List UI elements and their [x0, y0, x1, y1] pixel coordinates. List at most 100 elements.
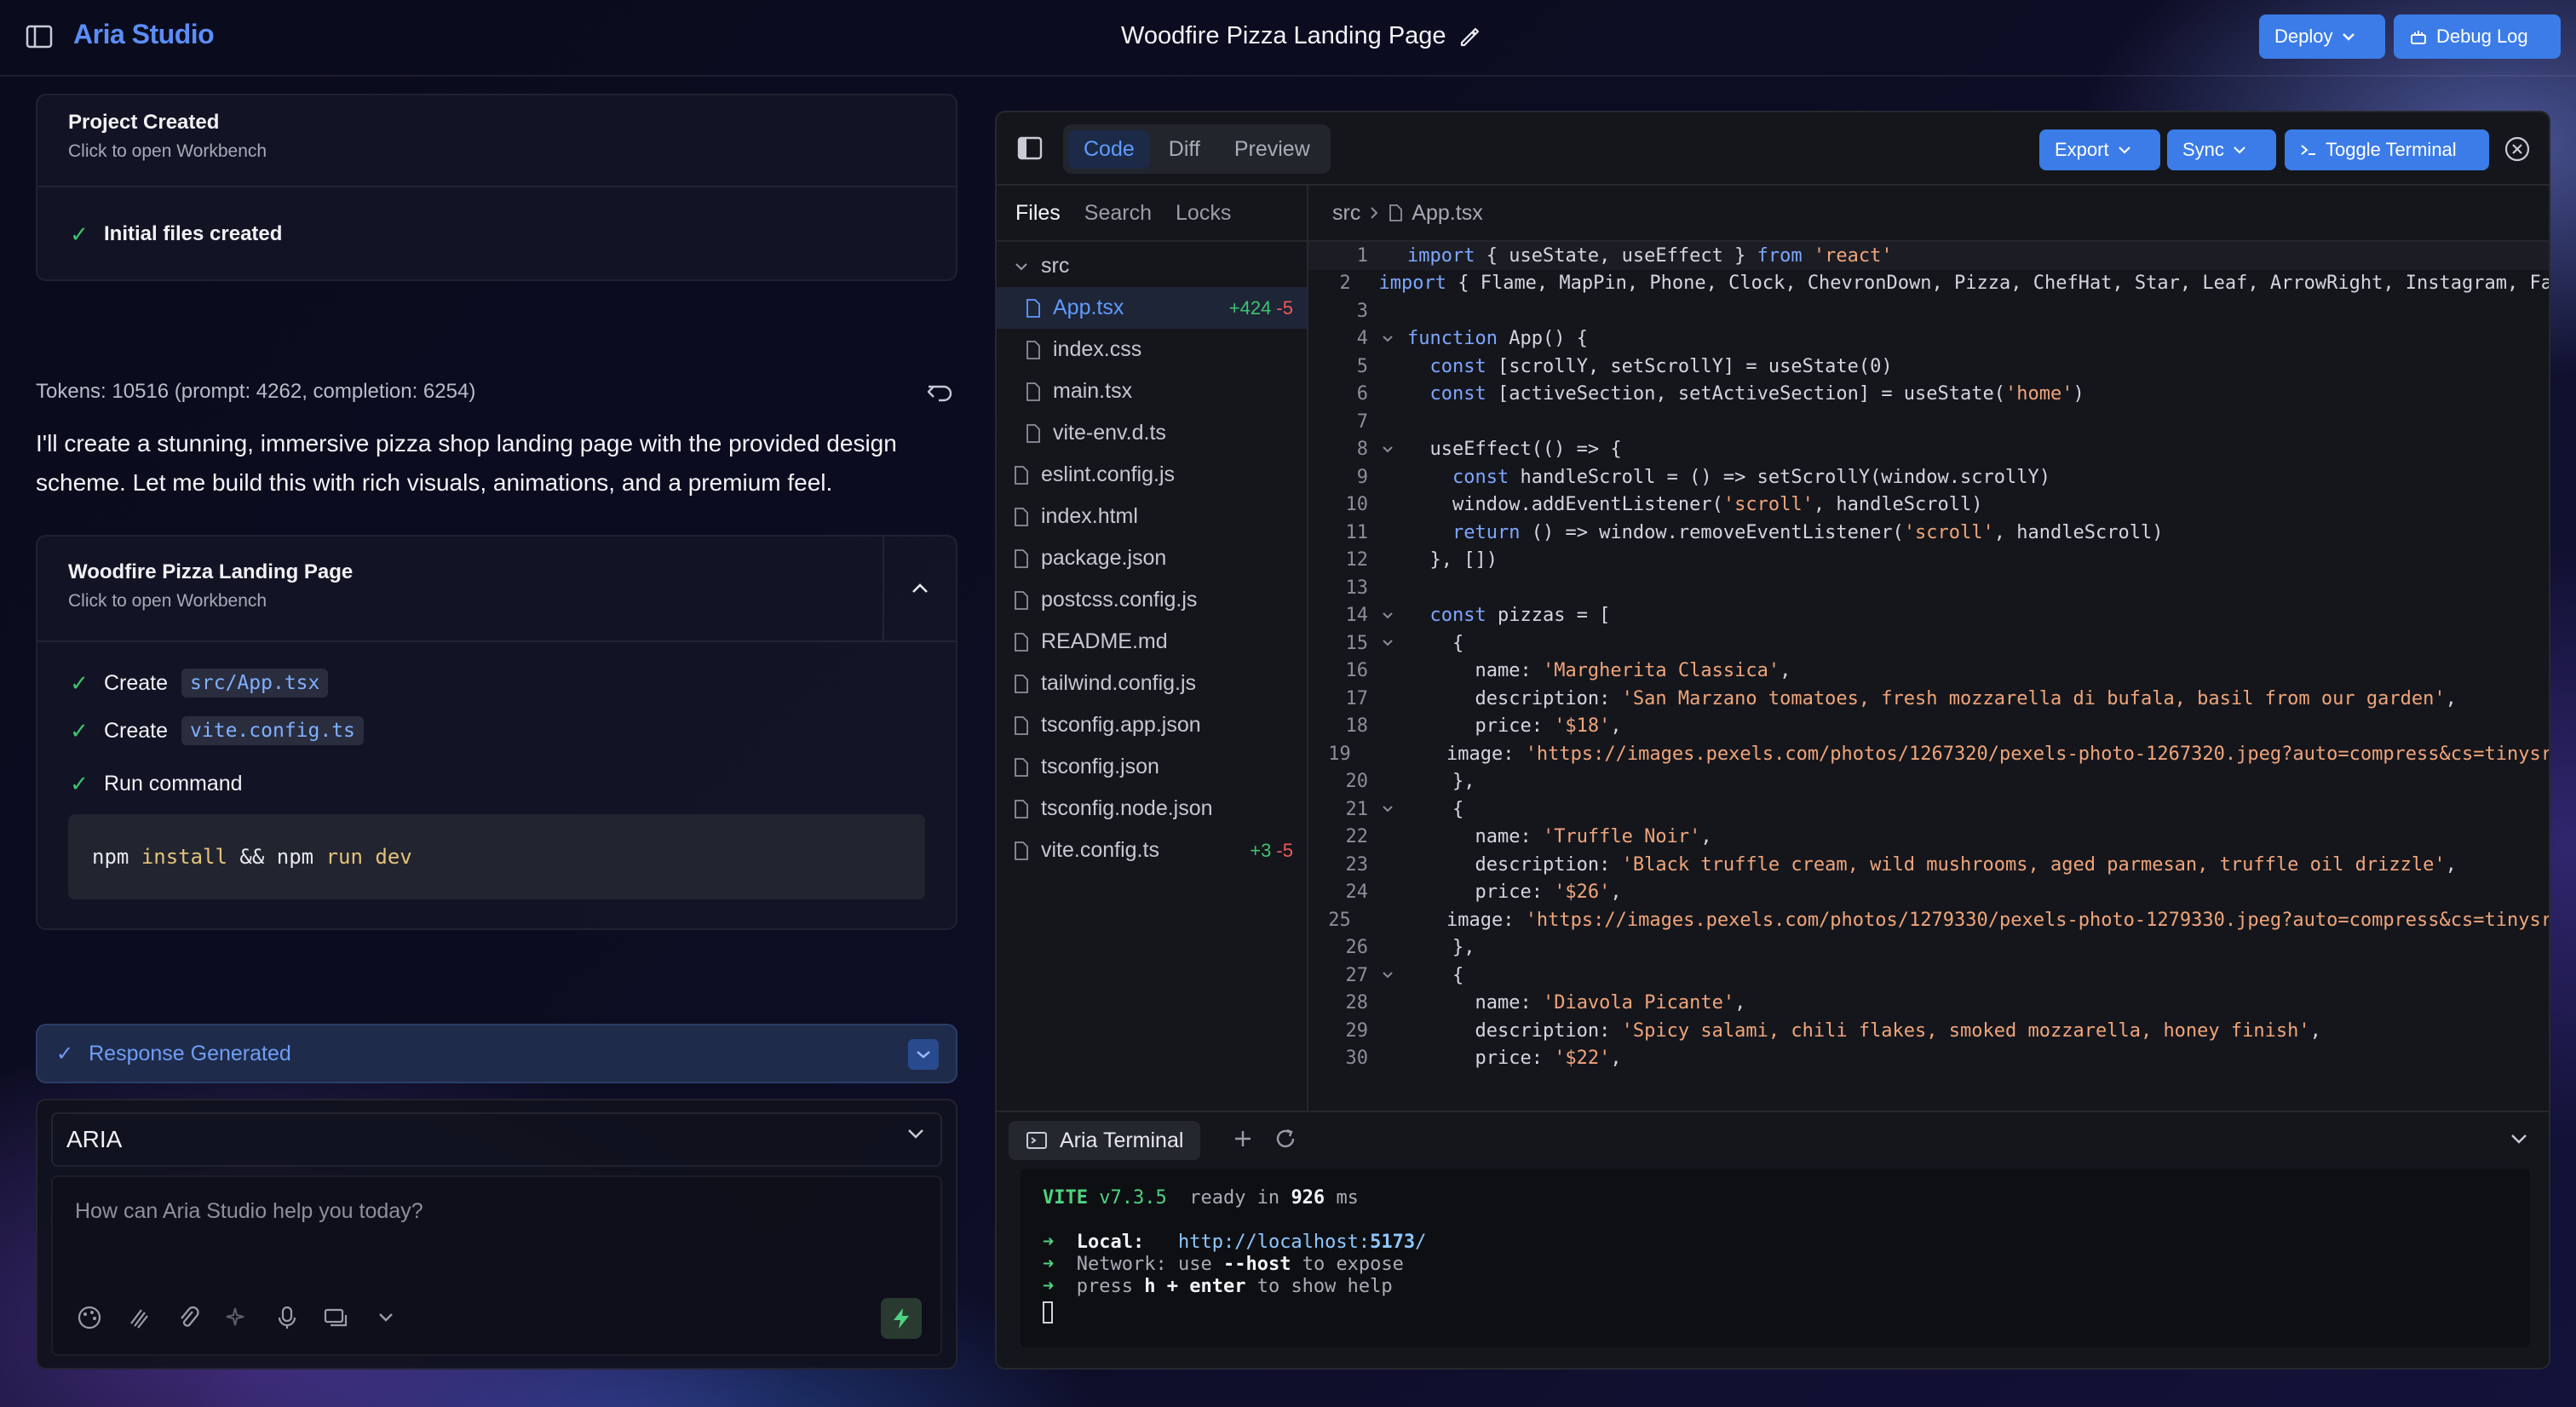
- export-button[interactable]: Export: [2039, 129, 2160, 170]
- code-line[interactable]: 9 const handleScroll = () => setScrollY(…: [1308, 463, 2549, 491]
- code-line[interactable]: 21 {: [1308, 795, 2549, 824]
- code-line[interactable]: 8 useEffect(() => {: [1308, 436, 2549, 464]
- code-line[interactable]: 20 },: [1308, 768, 2549, 796]
- file-item[interactable]: vite.config.ts +3 -5: [997, 830, 1307, 871]
- code-line[interactable]: 2 import { Flame, MapPin, Phone, Clock, C…: [1308, 270, 2549, 298]
- microphone-icon[interactable]: [273, 1303, 302, 1332]
- chevron-down-icon[interactable]: [2504, 1124, 2533, 1153]
- file-item[interactable]: README.md: [997, 621, 1307, 663]
- code-line[interactable]: 28 name: 'Diavola Picante',: [1308, 990, 2549, 1018]
- multi-attach-icon[interactable]: [124, 1303, 153, 1332]
- code-line[interactable]: 3: [1308, 297, 2549, 325]
- code-line[interactable]: 26 },: [1308, 934, 2549, 962]
- code-line[interactable]: 22 name: 'Truffle Noir',: [1308, 824, 2549, 852]
- edit-pencil-icon[interactable]: [1458, 26, 1481, 48]
- sidebar-toggle-icon[interactable]: [26, 25, 53, 49]
- code-line[interactable]: 7: [1308, 408, 2549, 436]
- palette-icon[interactable]: [75, 1303, 104, 1332]
- code-line[interactable]: 23 description: 'Black truffle cream, wi…: [1308, 851, 2549, 879]
- refresh-icon[interactable]: [1271, 1124, 1300, 1153]
- code-line[interactable]: 17 description: 'San Marzano tomatoes, f…: [1308, 685, 2549, 713]
- tab-code[interactable]: Code: [1068, 129, 1150, 169]
- file-item[interactable]: eslint.config.js: [997, 454, 1307, 496]
- collapse-artifact-button[interactable]: [883, 537, 956, 640]
- code-line[interactable]: 11 return () => window.removeEventListen…: [1308, 519, 2549, 547]
- tab-files[interactable]: Files: [1015, 201, 1061, 226]
- code-line[interactable]: 19 image: 'https://images.pexels.com/pho…: [1308, 740, 2549, 768]
- code-line[interactable]: 29 description: 'Spicy salami, chili fla…: [1308, 1017, 2549, 1045]
- code-line[interactable]: 16 name: 'Margherita Classica',: [1308, 658, 2549, 686]
- code-line[interactable]: 14 const pizzas = [: [1308, 602, 2549, 630]
- sync-button[interactable]: Sync: [2167, 129, 2276, 170]
- file-item[interactable]: tailwind.config.js: [997, 663, 1307, 704]
- code-line[interactable]: 10 window.addEventListener('scroll', han…: [1308, 491, 2549, 520]
- project-created-header[interactable]: Project Created Click to open Workbench: [37, 95, 956, 187]
- paperclip-icon[interactable]: [174, 1303, 203, 1332]
- file-item[interactable]: package.json: [997, 537, 1307, 579]
- file-chip[interactable]: src/App.tsx: [181, 669, 329, 698]
- model-selector[interactable]: ARIA: [51, 1112, 942, 1167]
- artifact-card[interactable]: Woodfire Pizza Landing Page Click to ope…: [36, 535, 957, 930]
- file-item[interactable]: tsconfig.json: [997, 746, 1307, 788]
- tab-preview[interactable]: Preview: [1219, 130, 1325, 169]
- code-line[interactable]: 13: [1308, 574, 2549, 602]
- fold-chevron-icon[interactable]: [1368, 804, 1407, 814]
- file-name: index.css: [1053, 337, 1142, 361]
- breadcrumb-file[interactable]: App.tsx: [1412, 201, 1482, 226]
- code-line[interactable]: 12 }, []): [1308, 547, 2549, 575]
- sparkles-icon[interactable]: [223, 1303, 252, 1332]
- file-item[interactable]: postcss.config.js: [997, 579, 1307, 621]
- fold-chevron-icon[interactable]: [1368, 334, 1407, 344]
- deploy-button[interactable]: Deploy: [2259, 14, 2385, 59]
- file-item[interactable]: tsconfig.node.json: [997, 788, 1307, 830]
- expand-response-button[interactable]: [908, 1039, 939, 1070]
- chevron-down-icon[interactable]: [371, 1303, 400, 1332]
- fold-chevron-icon[interactable]: [1368, 445, 1407, 455]
- tab-diff[interactable]: Diff: [1153, 130, 1216, 169]
- code-line[interactable]: 1 import { useState, useEffect } from 're…: [1308, 242, 2549, 270]
- plus-icon[interactable]: [1228, 1124, 1257, 1153]
- fold-chevron-icon[interactable]: [1368, 638, 1407, 648]
- code-line[interactable]: 24 price: '$26',: [1308, 879, 2549, 907]
- file-item[interactable]: main.tsx: [997, 370, 1307, 412]
- code-area[interactable]: 1 import { useState, useEffect } from 're…: [1308, 242, 2549, 1111]
- code-line[interactable]: 25 image: 'https://images.pexels.com/pho…: [1308, 906, 2549, 934]
- code-line[interactable]: 5 const [scrollY, setScrollY] = useState…: [1308, 353, 2549, 381]
- folder-item[interactable]: src: [997, 245, 1307, 287]
- code-line[interactable]: 6 const [activeSection, setActiveSection…: [1308, 381, 2549, 409]
- project-created-card[interactable]: Project Created Click to open Workbench …: [36, 94, 957, 281]
- code-line[interactable]: 30 price: '$22',: [1308, 1045, 2549, 1073]
- term-text[interactable]: /: [1415, 1232, 1426, 1253]
- prompt-input[interactable]: [53, 1177, 940, 1279]
- toggle-terminal-button[interactable]: Toggle Terminal: [2285, 129, 2489, 170]
- tab-locks[interactable]: Locks: [1176, 201, 1231, 226]
- file-chip[interactable]: vite.config.ts: [181, 716, 364, 745]
- response-generated-bar[interactable]: ✓ Response Generated: [36, 1024, 957, 1083]
- code-line[interactable]: 15 {: [1308, 629, 2549, 658]
- breadcrumb-folder[interactable]: src: [1332, 201, 1360, 226]
- file-item[interactable]: tsconfig.app.json: [997, 704, 1307, 746]
- debug-log-button[interactable]: Debug Log: [2394, 14, 2561, 59]
- terminal-output[interactable]: VITE v7.3.5 ready in 926 ms ➜ Local: htt…: [1021, 1169, 2530, 1347]
- model-name: ARIA: [66, 1126, 123, 1152]
- artifact-header[interactable]: Woodfire Pizza Landing Page Click to ope…: [37, 537, 956, 642]
- app-logo[interactable]: Aria Studio: [73, 19, 215, 50]
- file-item[interactable]: vite-env.d.ts: [997, 412, 1307, 454]
- discussion-icon[interactable]: [322, 1303, 351, 1332]
- file-item[interactable]: index.html: [997, 496, 1307, 537]
- tab-search[interactable]: Search: [1084, 201, 1152, 226]
- send-button[interactable]: [881, 1298, 922, 1339]
- fold-chevron-icon[interactable]: [1368, 970, 1407, 980]
- code-line[interactable]: 4 function App() {: [1308, 325, 2549, 353]
- undo-icon[interactable]: [925, 378, 954, 407]
- term-text[interactable]: http://localhost:: [1178, 1232, 1370, 1253]
- fold-chevron-icon[interactable]: [1368, 611, 1407, 621]
- term-text[interactable]: 5173: [1370, 1232, 1415, 1253]
- code-line[interactable]: 27 {: [1308, 962, 2549, 990]
- file-item[interactable]: index.css: [997, 329, 1307, 370]
- terminal-tab[interactable]: Aria Terminal: [1009, 1121, 1201, 1160]
- close-icon[interactable]: [2503, 135, 2532, 164]
- sidebar-panel-icon[interactable]: [1017, 136, 1043, 160]
- file-item[interactable]: App.tsx +424 -5: [997, 287, 1307, 329]
- code-line[interactable]: 18 price: '$18',: [1308, 713, 2549, 741]
